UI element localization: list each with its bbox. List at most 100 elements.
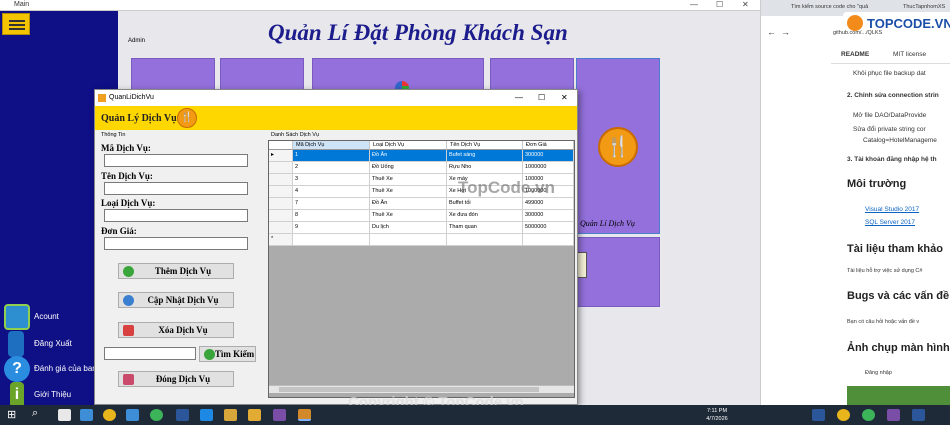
row-header[interactable] <box>269 174 293 186</box>
table-cell[interactable]: Bufet sáng <box>447 150 523 162</box>
app-taskbar-icon[interactable] <box>912 409 925 421</box>
dialog-maximize-button[interactable]: ☐ <box>538 93 545 102</box>
env-link[interactable]: Visual Studio 2017 <box>865 206 919 213</box>
delete-service-button[interactable]: Xóa Dịch Vụ <box>118 322 234 338</box>
back-icon[interactable]: ← <box>767 27 776 37</box>
app-taskbar-icon[interactable] <box>812 409 825 421</box>
table-cell[interactable]: Thuê Xe <box>370 186 447 198</box>
table-cell[interactable]: Đồ Ăn <box>370 150 447 162</box>
row-header[interactable] <box>269 162 293 174</box>
browser-tab[interactable]: Tìm kiếm source code cho "quả <box>791 4 868 10</box>
row-header[interactable] <box>269 222 293 234</box>
app-taskbar-icon[interactable] <box>80 409 93 421</box>
minimize-button[interactable]: — <box>690 0 698 9</box>
table-cell[interactable]: 300000 <box>523 210 574 222</box>
close-button[interactable]: ✕ <box>742 0 749 9</box>
chrome-icon[interactable] <box>837 409 850 421</box>
ten-dich-vu-input[interactable] <box>104 182 248 195</box>
table-cell[interactable]: Xe đưa đón <box>447 210 523 222</box>
row-header[interactable] <box>269 198 293 210</box>
hamburger-menu-button[interactable] <box>2 13 30 35</box>
main-window-title: Main <box>14 1 30 8</box>
docs-heading: Tài liệu tham khảo <box>847 243 943 255</box>
new-row-header[interactable]: * <box>269 234 293 246</box>
column-header[interactable]: Đơn Giá <box>523 141 574 150</box>
readme-line: Khôi phục file backup dat <box>853 70 926 77</box>
browser-tab[interactable]: ThucTapnhomXS <box>903 4 945 10</box>
table-cell[interactable]: Du lịch <box>370 222 447 234</box>
user-label: Admin <box>128 38 146 44</box>
tile-service[interactable]: 🍴 Quản Lí Dịch Vụ <box>576 58 660 234</box>
dialog-minimize-button[interactable]: — <box>515 93 523 102</box>
table-cell[interactable]: 499000 <box>523 198 574 210</box>
tile-3[interactable] <box>312 58 484 91</box>
chrome-icon[interactable] <box>103 409 116 421</box>
taskbar: ⊞ ⌕ <box>0 405 950 425</box>
new-row-cell[interactable] <box>293 234 370 246</box>
table-cell[interactable]: 1000000 <box>523 162 574 174</box>
don-gia-input[interactable] <box>104 237 248 250</box>
table-cell[interactable]: 300000 <box>523 150 574 162</box>
app-taskbar-icon[interactable] <box>273 409 286 421</box>
table-cell[interactable]: 5000000 <box>523 222 574 234</box>
app-taskbar-icon[interactable] <box>298 409 311 421</box>
table-cell[interactable]: Tham quan <box>447 222 523 234</box>
table-cell[interactable]: Buffet tối <box>447 198 523 210</box>
add-service-button[interactable]: Thêm Dịch Vụ <box>118 263 234 279</box>
table-cell[interactable]: 2 <box>293 162 370 174</box>
row-header[interactable]: ▸ <box>269 150 293 162</box>
forward-icon[interactable]: → <box>781 27 790 37</box>
table-cell[interactable]: Thuê Xe <box>370 210 447 222</box>
shots-item[interactable]: Đăng nhập <box>865 370 892 376</box>
ma-dich-vu-input[interactable] <box>104 154 248 167</box>
search-button[interactable]: Tìm Kiếm <box>199 346 256 362</box>
file-explorer-icon[interactable] <box>224 409 237 421</box>
table-cell[interactable]: 1 <box>293 150 370 162</box>
tile-1[interactable] <box>131 58 215 90</box>
column-header[interactable]: Loại Dịch Vụ <box>370 141 447 150</box>
file-explorer-icon[interactable] <box>248 409 261 421</box>
maximize-button[interactable]: ☐ <box>716 0 723 9</box>
row-header[interactable] <box>269 210 293 222</box>
dialog-close-button[interactable]: ✕ <box>561 93 568 102</box>
table-cell[interactable]: 4 <box>293 186 370 198</box>
row-header[interactable] <box>269 186 293 198</box>
env-link[interactable]: SQL Server 2017 <box>865 219 915 226</box>
table-cell[interactable]: 3 <box>293 174 370 186</box>
new-row-cell[interactable] <box>523 234 574 246</box>
vscode-icon[interactable] <box>200 409 213 421</box>
readme-line: Mở file DAO/DataProvide <box>853 112 927 119</box>
task-view-icon[interactable] <box>58 409 71 421</box>
app-taskbar-icon[interactable] <box>887 409 900 421</box>
readme-tab[interactable]: README <box>841 51 869 58</box>
search-icon[interactable]: ⌕ <box>32 407 38 420</box>
loai-dich-vu-input[interactable] <box>104 209 248 222</box>
photoshop-icon[interactable] <box>176 409 189 421</box>
url-bar[interactable]: github.com/.../QLKS <box>833 30 882 36</box>
update-service-button[interactable]: Cập Nhật Dịch Vụ <box>118 292 234 308</box>
table-cell[interactable]: Đồ Ăn <box>370 198 447 210</box>
taskbar-clock[interactable]: 7:11 PM 4/7/2026 <box>700 407 734 423</box>
table-cell[interactable]: Rựu Nho <box>447 162 523 174</box>
table-cell[interactable]: 7 <box>293 198 370 210</box>
close-service-button[interactable]: Đóng Dịch Vụ <box>118 371 234 387</box>
tile-2[interactable] <box>220 58 304 90</box>
tile-bill[interactable] <box>571 237 660 307</box>
license-tab[interactable]: MIT license <box>893 51 926 58</box>
column-header[interactable]: Tên Dịch Vụ <box>447 141 523 150</box>
column-header[interactable]: Mã Dịch Vụ <box>293 141 370 150</box>
tile-4[interactable] <box>490 58 574 90</box>
scrollbar-thumb[interactable] <box>279 387 539 392</box>
table-cell[interactable]: Đồ Uống <box>370 162 447 174</box>
new-row-cell[interactable] <box>370 234 447 246</box>
horizontal-scrollbar[interactable] <box>269 385 574 393</box>
table-cell[interactable]: Thuê Xe <box>370 174 447 186</box>
table-cell[interactable]: 9 <box>293 222 370 234</box>
new-row-cell[interactable] <box>447 234 523 246</box>
windows-start-icon[interactable]: ⊞ <box>7 408 16 421</box>
search-input[interactable] <box>104 347 196 360</box>
app-taskbar-icon[interactable] <box>126 409 139 421</box>
table-cell[interactable]: 8 <box>293 210 370 222</box>
app-taskbar-icon[interactable] <box>150 409 163 421</box>
app-taskbar-icon[interactable] <box>862 409 875 421</box>
